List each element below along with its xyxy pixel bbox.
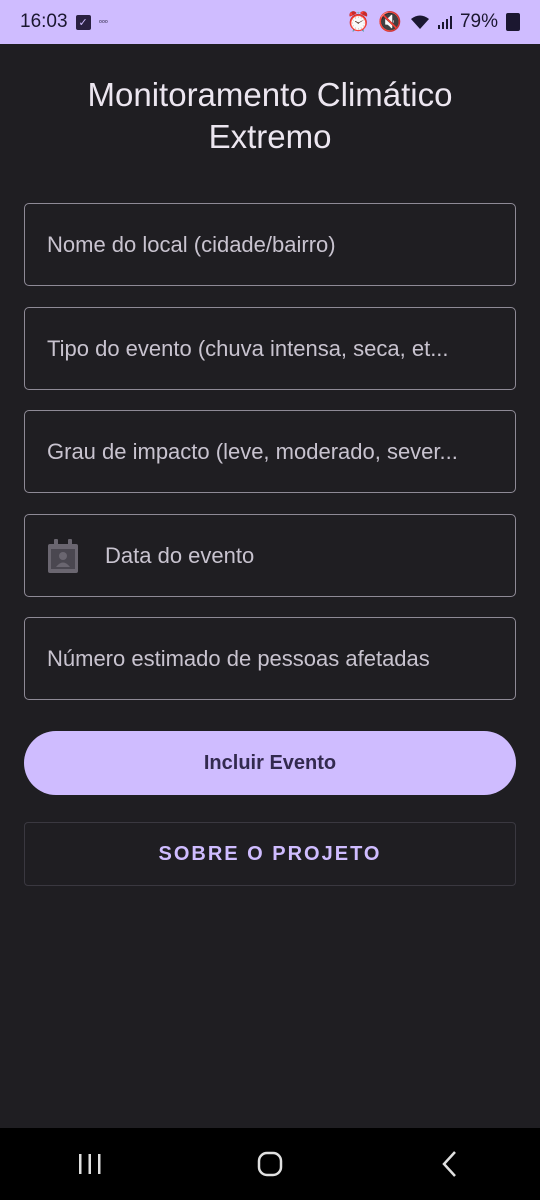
people-affected-field[interactable]: Número estimado de pessoas afetadas [24,617,516,700]
mute-icon: 🔇 [378,12,402,33]
signal-icon [437,16,452,29]
home-icon [257,1151,283,1177]
recent-apps-button[interactable] [60,1144,120,1184]
sos-icon: ◦◦◦ [98,16,109,28]
status-bar: 16:03 ✓ ◦◦◦ ⏰ 🔇 79% [0,0,540,44]
wifi-icon [410,15,429,29]
recent-apps-icon [79,1154,101,1174]
alarm-icon: ⏰ [346,12,371,33]
impact-field[interactable]: Grau de impacto (leve, moderado, sever..… [24,410,516,493]
impact-placeholder: Grau de impacto (leve, moderado, sever..… [47,438,458,464]
title-line-2: Extremo [208,118,332,155]
calendar-icon[interactable] [47,538,81,574]
status-time: 16:03 [20,11,68,32]
page-title: Monitoramento Climático Extremo [0,74,540,158]
add-event-button[interactable]: Incluir Evento [24,731,516,795]
about-project-button[interactable]: SOBRE O PROJETO [24,822,516,886]
battery-level: 79% [459,11,498,32]
date-placeholder: Data do evento [105,542,255,568]
location-placeholder: Nome do local (cidade/bairro) [47,231,336,257]
people-placeholder: Número estimado de pessoas afetadas [47,645,430,671]
back-icon [442,1151,456,1177]
title-line-1: Monitoramento Climático [87,76,453,113]
back-button[interactable] [420,1144,480,1184]
battery-charging-icon [506,13,520,31]
event-type-placeholder: Tipo do evento (chuva intensa, seca, et.… [47,335,449,361]
event-type-field[interactable]: Tipo do evento (chuva intensa, seca, et.… [24,307,516,390]
check-icon: ✓ [75,14,91,30]
home-button[interactable] [240,1144,300,1184]
navigation-bar [0,1128,540,1200]
date-field[interactable]: Data do evento [24,514,516,597]
location-field[interactable]: Nome do local (cidade/bairro) [24,203,516,286]
